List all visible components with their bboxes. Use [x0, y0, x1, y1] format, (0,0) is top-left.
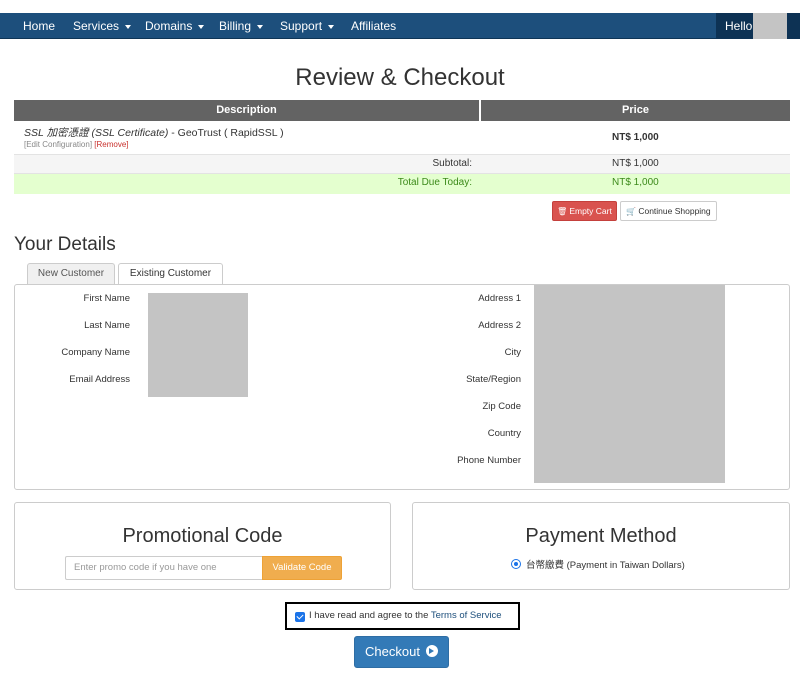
caret-down-icon — [328, 24, 335, 29]
nav-item-home[interactable]: Home — [23, 13, 55, 39]
promo-code-input[interactable]: Enter promo code if you have one — [65, 556, 262, 580]
address1-label: Address 1 — [478, 293, 521, 304]
continue-shopping-button[interactable]: 🛒 Continue Shopping — [620, 201, 717, 221]
first-name-label: First Name — [83, 293, 130, 304]
address2-label: Address 2 — [478, 320, 521, 331]
page-title: Review & Checkout — [295, 64, 505, 91]
nav-item-domains[interactable]: Domains — [145, 13, 205, 39]
top-navbar: Home Services Domains Billing Support Af… — [0, 13, 800, 39]
subtotal-value: NT$ 1,000 — [612, 158, 659, 169]
nav-item-label: Domains — [145, 19, 193, 33]
promo-code-title: Promotional Code — [122, 525, 283, 547]
nav-item-services[interactable]: Services — [73, 13, 132, 39]
zip-code-label: Zip Code — [482, 401, 521, 412]
cart-item-product: - GeoTrust ( RapidSSL ) — [168, 127, 284, 139]
column-header-description: Description — [14, 100, 479, 121]
nav-item-billing[interactable]: Billing — [219, 13, 264, 39]
nav-item-label: Billing — [219, 19, 252, 33]
terms-text: I have read and agree to the Terms of Se… — [309, 610, 502, 621]
remove-link[interactable]: [Remove] — [94, 140, 128, 149]
your-details-title: Your Details — [14, 234, 116, 255]
terms-of-service-link[interactable]: Terms of Service — [431, 610, 502, 621]
checkout-button[interactable]: Checkout — [354, 636, 449, 668]
payment-option-label: 台幣繳費 (Payment in Taiwan Dollars) — [526, 560, 685, 571]
payment-option[interactable]: 台幣繳費 (Payment in Taiwan Dollars) — [511, 557, 685, 571]
user-greeting[interactable]: Hello, — [725, 13, 756, 39]
trash-icon: 🗑 — [557, 207, 568, 216]
payment-method-panel: Payment Method 台幣繳費 (Payment in Taiwan D… — [412, 502, 790, 590]
tab-existing-customer[interactable]: Existing Customer — [118, 263, 223, 285]
redacted-customer-info — [148, 293, 248, 397]
caret-down-icon — [257, 24, 264, 29]
company-name-label: Company Name — [61, 347, 130, 358]
nav-item-label: Support — [280, 19, 323, 33]
total-row: Total Due Today: NT$ 1,000 — [14, 174, 790, 194]
edit-configuration-link[interactable]: [Edit Configuration] — [24, 140, 92, 149]
phone-number-label: Phone Number — [457, 455, 521, 466]
nav-item-label: Services — [73, 19, 120, 33]
caret-down-icon — [125, 24, 132, 29]
tab-new-customer[interactable]: New Customer — [27, 263, 115, 285]
redacted-address-info — [534, 285, 725, 483]
payment-method-title: Payment Method — [525, 525, 677, 547]
city-label: City — [504, 347, 521, 358]
cart-item-title: SSL 加密憑證 (SSL Certificate) - GeoTrust ( … — [24, 125, 284, 140]
radio-selected-icon[interactable] — [511, 559, 521, 569]
checkout-label: Checkout — [365, 644, 420, 659]
details-panel: First Name Last Name Company Name Email … — [14, 284, 790, 490]
last-name-label: Last Name — [84, 320, 130, 331]
terms-agreement: I have read and agree to the Terms of Se… — [285, 602, 520, 630]
cart-icon: 🛒 — [626, 207, 637, 216]
cart-item-name: SSL 加密憑證 (SSL Certificate) — [24, 127, 169, 139]
cart-item-price: NT$ 1,000 — [612, 132, 659, 143]
terms-label: I have read and agree to the — [309, 610, 431, 621]
validate-code-button[interactable]: Validate Code — [262, 556, 342, 580]
state-region-label: State/Region — [466, 374, 521, 385]
column-header-price: Price — [481, 100, 790, 121]
nav-item-support[interactable]: Support — [280, 13, 335, 39]
subtotal-label: Subtotal: — [432, 158, 472, 169]
email-address-label: Email Address — [69, 374, 130, 385]
country-label: Country — [487, 428, 521, 439]
promo-code-panel: Promotional Code Enter promo code if you… — [14, 502, 391, 590]
nav-item-affiliates[interactable]: Affiliates — [351, 13, 396, 39]
redacted-username — [753, 13, 787, 39]
arrow-circle-right-icon — [425, 645, 438, 657]
total-label: Total Due Today: — [397, 177, 472, 188]
cart-item-actions: [Edit Configuration] [Remove] — [24, 140, 129, 149]
total-value: NT$ 1,000 — [612, 177, 659, 188]
caret-down-icon — [198, 24, 205, 29]
empty-cart-button[interactable]: 🗑 Empty Cart — [552, 201, 617, 221]
cart-item-row: SSL 加密憑證 (SSL Certificate) - GeoTrust ( … — [14, 121, 790, 154]
subtotal-row: Subtotal: NT$ 1,000 — [14, 154, 790, 174]
continue-shopping-label: Continue Shopping — [638, 206, 711, 216]
terms-checkbox[interactable] — [295, 612, 305, 622]
empty-cart-label: Empty Cart — [569, 206, 612, 216]
